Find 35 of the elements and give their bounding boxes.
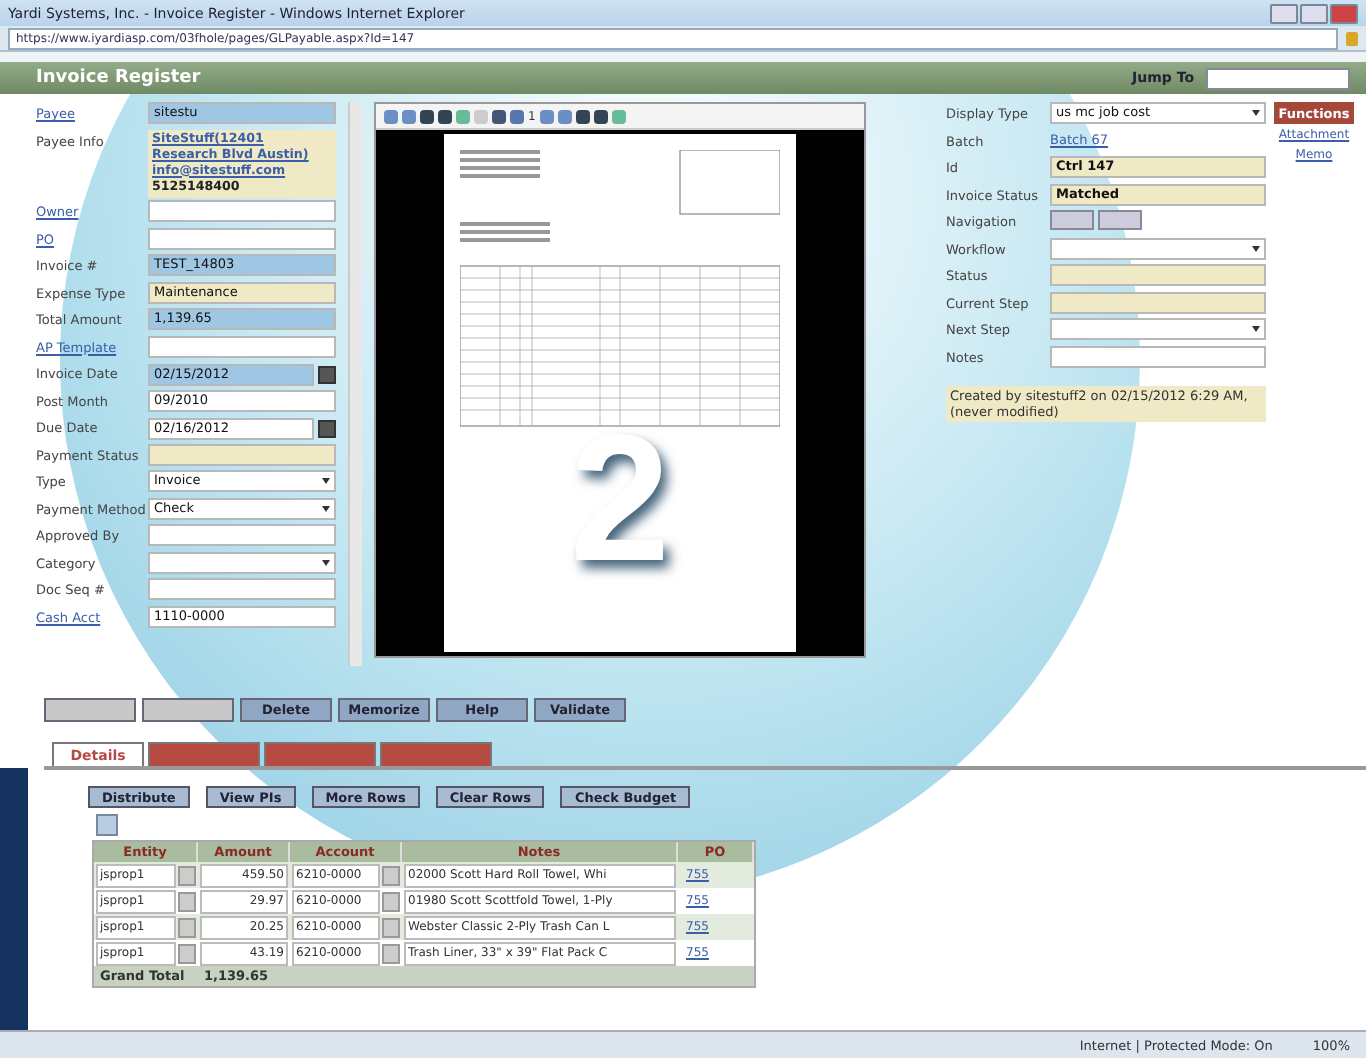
- tab[interactable]: [380, 742, 492, 766]
- nav-button[interactable]: [1098, 210, 1142, 230]
- caret-icon: [322, 478, 330, 484]
- jump-to-field[interactable]: [1206, 67, 1350, 89]
- scrollbar[interactable]: [348, 102, 362, 666]
- step-number: 2: [570, 410, 671, 590]
- grid-tool-icon[interactable]: [96, 814, 118, 836]
- caret-icon: [1252, 110, 1260, 116]
- input-field[interactable]: [1050, 291, 1266, 313]
- input-field[interactable]: [148, 443, 336, 465]
- input-field[interactable]: [1050, 345, 1266, 367]
- maximize-button[interactable]: [1300, 3, 1328, 23]
- calendar-icon[interactable]: [318, 419, 336, 437]
- dropdown-field[interactable]: [1050, 318, 1266, 340]
- total-row-cell: [678, 966, 754, 986]
- close-button[interactable]: [1330, 3, 1358, 23]
- caret-icon: [1252, 326, 1260, 332]
- input-field[interactable]: [148, 524, 336, 546]
- nav-button[interactable]: [1050, 210, 1094, 230]
- dropdown-field[interactable]: [1050, 237, 1266, 259]
- tab[interactable]: [148, 742, 260, 766]
- page-title: Invoice Register: [36, 68, 201, 88]
- caret-icon: [322, 505, 330, 511]
- calendar-icon[interactable]: [318, 365, 336, 383]
- minimize-button[interactable]: [1270, 3, 1298, 23]
- input-field[interactable]: [148, 578, 336, 600]
- tab[interactable]: [264, 742, 376, 766]
- input-field[interactable]: [1050, 264, 1266, 286]
- dropdown-field[interactable]: [148, 551, 336, 573]
- input-field[interactable]: [148, 227, 336, 249]
- input-field[interactable]: [148, 200, 336, 222]
- lock-icon: [1346, 31, 1358, 45]
- caret-icon: [1252, 245, 1260, 251]
- input-field[interactable]: [148, 335, 336, 357]
- caret-icon: [322, 559, 330, 565]
